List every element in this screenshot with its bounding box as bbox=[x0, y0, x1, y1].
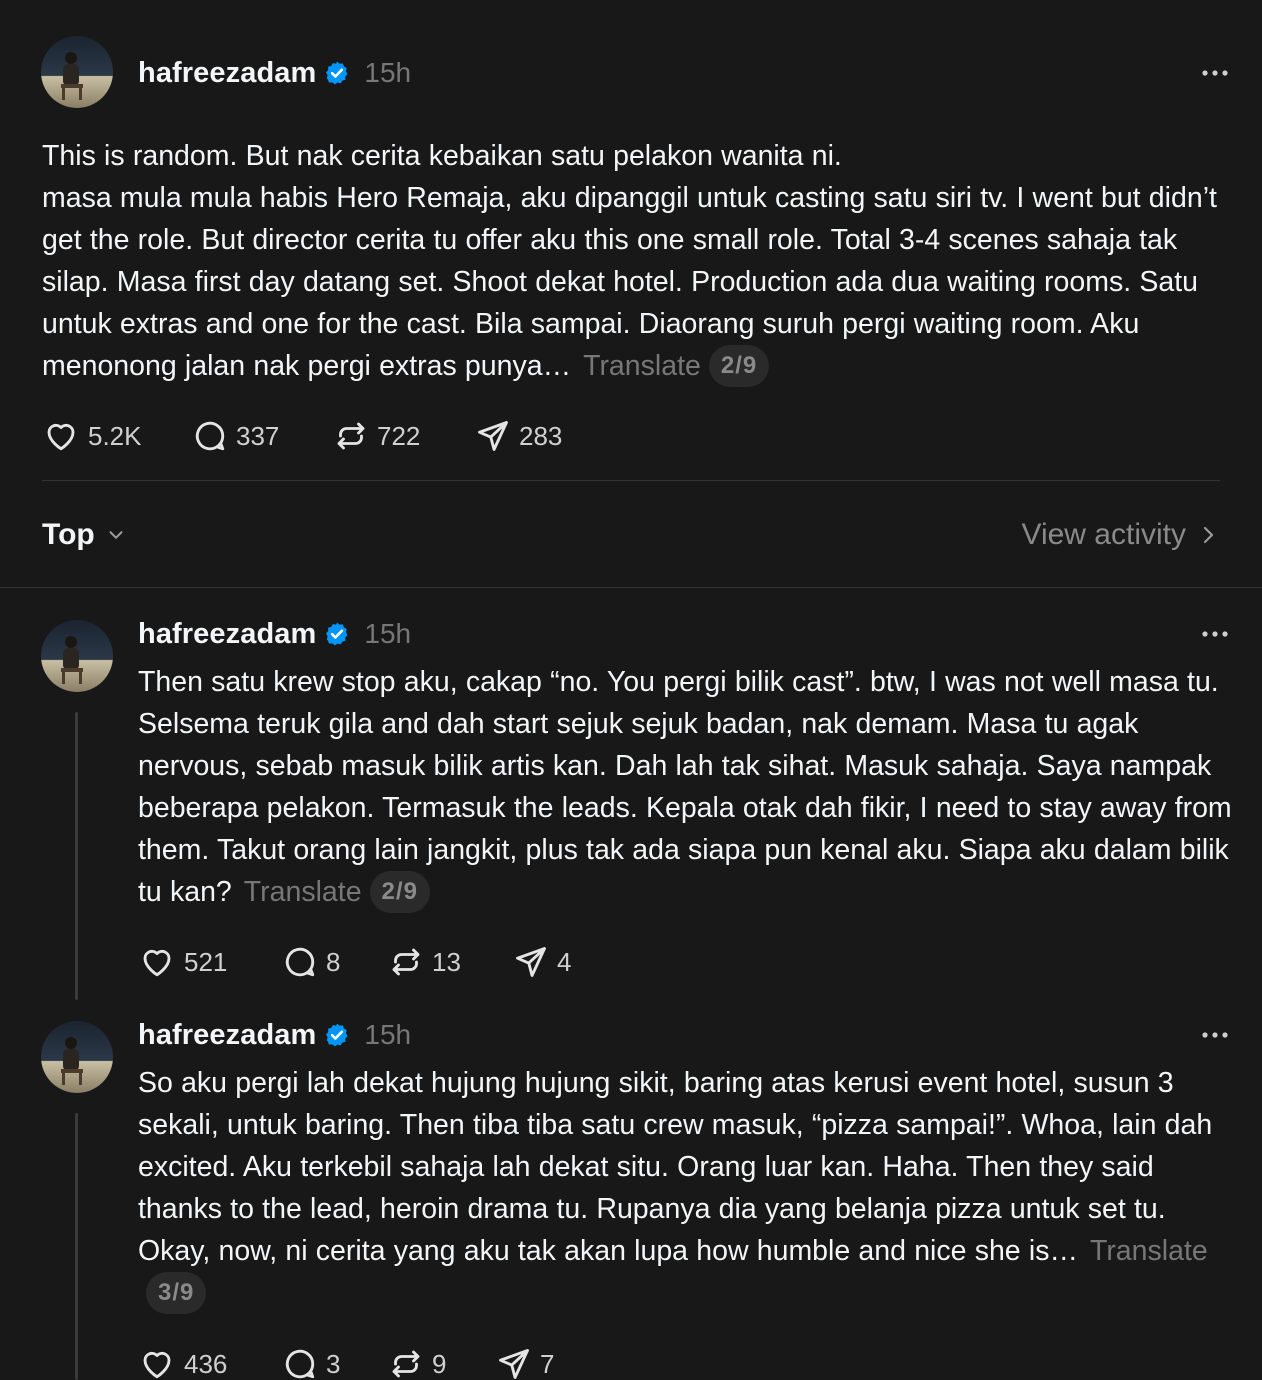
share-count: 4 bbox=[557, 946, 572, 977]
post-body-line: This is random. But nak cerita kebaikan … bbox=[42, 140, 842, 172]
post-body: Then satu krew stop aku, cakap “no. You … bbox=[138, 661, 1232, 913]
like-button[interactable]: 521 bbox=[138, 944, 282, 980]
post-time: 15h bbox=[364, 57, 412, 88]
repost-button[interactable]: 722 bbox=[333, 418, 475, 454]
repost-count: 722 bbox=[377, 420, 421, 451]
repost-icon bbox=[392, 1350, 420, 1378]
repost-count: 13 bbox=[432, 946, 461, 977]
like-button[interactable]: 436 bbox=[138, 1346, 282, 1380]
main-post: hafreezadam 15h This is random. But nak … bbox=[0, 0, 1262, 480]
more-options-button[interactable] bbox=[1200, 1020, 1230, 1050]
more-dots-icon bbox=[1202, 631, 1228, 637]
repost-button[interactable]: 9 bbox=[388, 1346, 496, 1380]
reply-button[interactable]: 3 bbox=[282, 1346, 388, 1380]
more-dots-icon bbox=[1202, 1032, 1228, 1038]
verified-badge-icon bbox=[326, 622, 348, 646]
view-activity-link[interactable]: View activity bbox=[1021, 512, 1220, 558]
share-button[interactable]: 4 bbox=[513, 944, 571, 980]
post-body: This is random. But nak cerita kebaikan … bbox=[42, 135, 1230, 387]
share-count: 283 bbox=[519, 420, 563, 451]
thread-page-indicator: 2/9 bbox=[708, 345, 770, 387]
post-body-text: So aku pergi lah dekat hujung hujung sik… bbox=[138, 1067, 1213, 1267]
post-actions: 521 8 13 4 bbox=[138, 942, 571, 982]
translate-link[interactable]: Translate bbox=[244, 876, 362, 908]
send-icon bbox=[499, 1349, 529, 1379]
divider bbox=[42, 480, 1220, 481]
share-button[interactable]: 7 bbox=[496, 1346, 554, 1380]
avatar[interactable] bbox=[41, 36, 113, 108]
comment-icon bbox=[285, 1349, 315, 1379]
avatar-image bbox=[41, 620, 113, 692]
sort-dropdown[interactable]: Top bbox=[42, 512, 127, 558]
like-count: 5.2K bbox=[88, 420, 142, 451]
post-body-text: Then satu krew stop aku, cakap “no. You … bbox=[138, 666, 1232, 908]
heart-icon bbox=[47, 423, 75, 451]
send-icon bbox=[516, 947, 546, 977]
like-count: 521 bbox=[184, 946, 228, 977]
view-activity-label: View activity bbox=[1021, 518, 1186, 551]
heart-icon bbox=[143, 1351, 171, 1379]
avatar[interactable] bbox=[41, 1021, 113, 1093]
thread-page: hafreezadam 15h This is random. But nak … bbox=[0, 0, 1262, 1380]
more-options-button[interactable] bbox=[1200, 619, 1230, 649]
reply-button[interactable]: 8 bbox=[282, 944, 388, 980]
username[interactable]: hafreezadam bbox=[138, 57, 316, 90]
post-time: 15h bbox=[364, 618, 412, 649]
share-count: 7 bbox=[540, 1348, 555, 1379]
chevron-right-icon bbox=[1203, 526, 1214, 544]
thread-page-indicator: 2/9 bbox=[369, 871, 430, 913]
post-actions: 436 3 9 7 bbox=[138, 1344, 554, 1380]
like-count: 436 bbox=[184, 1348, 228, 1379]
verified-badge-icon bbox=[326, 1023, 348, 1047]
reply-count: 8 bbox=[326, 946, 341, 977]
avatar-image bbox=[41, 36, 113, 108]
thread-connector-line bbox=[75, 712, 78, 1000]
avatar[interactable] bbox=[41, 620, 113, 692]
reply-count: 3 bbox=[326, 1348, 341, 1379]
thread-page-indicator: 3/9 bbox=[146, 1272, 207, 1314]
username[interactable]: hafreezadam bbox=[138, 618, 316, 651]
send-icon bbox=[478, 421, 508, 451]
chevron-down-icon bbox=[109, 531, 123, 539]
thread-connector-line bbox=[75, 1113, 78, 1380]
username[interactable]: hafreezadam bbox=[138, 1019, 316, 1052]
share-button[interactable]: 283 bbox=[475, 418, 562, 454]
repost-icon bbox=[337, 422, 365, 450]
repost-count: 9 bbox=[432, 1348, 447, 1379]
section-divider bbox=[0, 587, 1262, 588]
post-actions: 5.2K 337 722 283 bbox=[42, 416, 562, 456]
reply-button[interactable]: 337 bbox=[192, 418, 333, 454]
reply-count: 337 bbox=[236, 420, 280, 451]
heart-icon bbox=[143, 949, 171, 977]
comment-icon bbox=[195, 421, 225, 451]
repost-button[interactable]: 13 bbox=[388, 944, 513, 980]
translate-link[interactable]: Translate bbox=[583, 350, 701, 382]
sort-label: Top bbox=[42, 518, 95, 551]
like-button[interactable]: 5.2K bbox=[42, 418, 192, 454]
more-dots-icon bbox=[1202, 70, 1228, 76]
avatar-image bbox=[41, 1021, 113, 1093]
more-options-button[interactable] bbox=[1200, 58, 1230, 88]
verified-badge-icon bbox=[326, 61, 348, 85]
post-time: 15h bbox=[364, 1019, 412, 1050]
post-body: So aku pergi lah dekat hujung hujung sik… bbox=[138, 1062, 1232, 1314]
comment-icon bbox=[285, 947, 315, 977]
repost-icon bbox=[392, 948, 420, 976]
translate-link[interactable]: Translate bbox=[1090, 1235, 1208, 1267]
